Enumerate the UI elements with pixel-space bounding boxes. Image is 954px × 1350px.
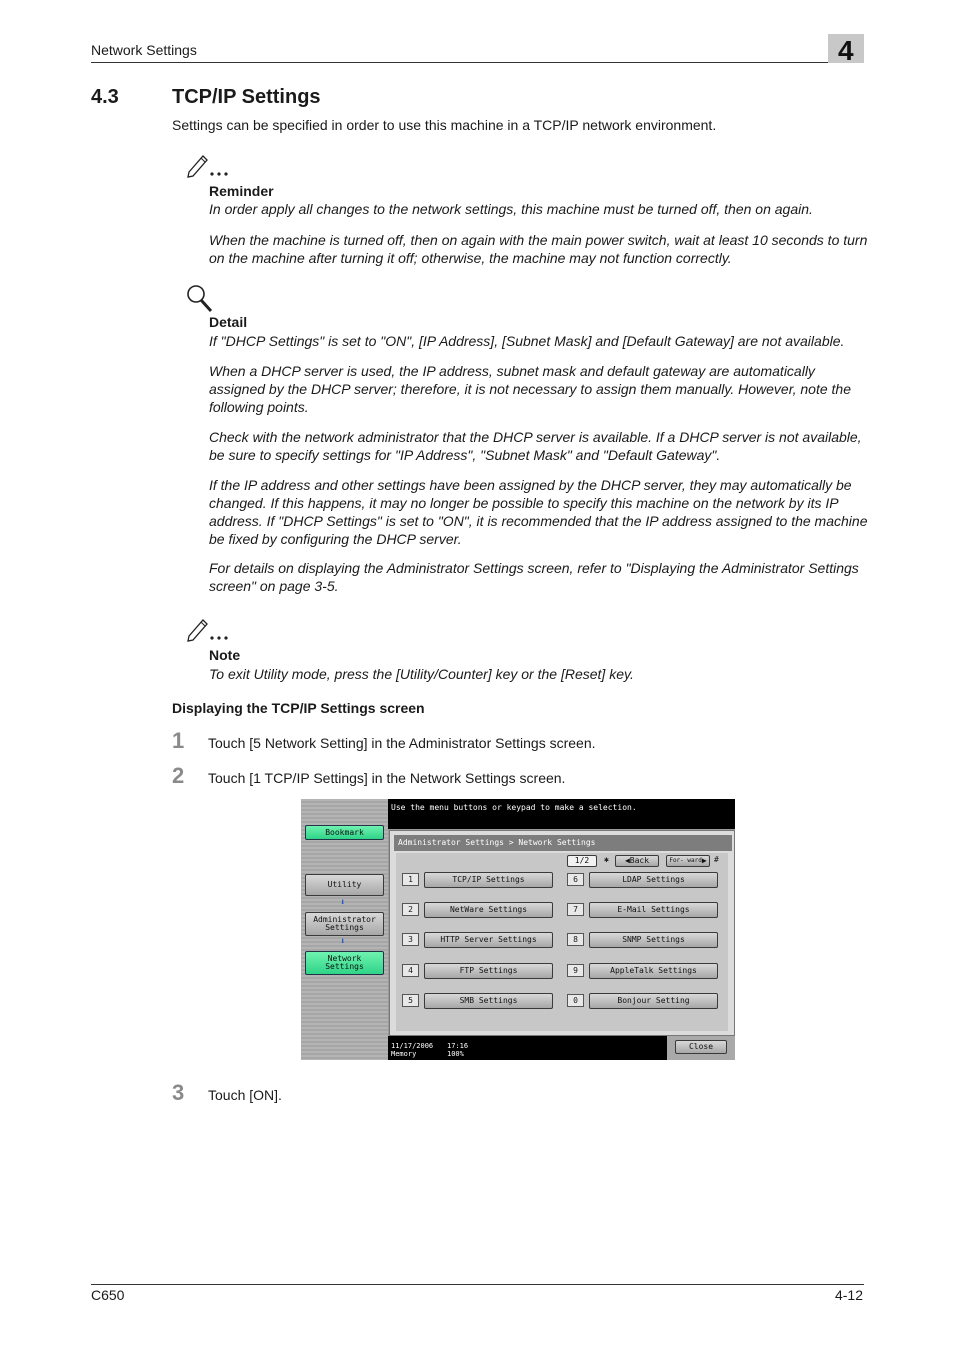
detail-paragraph: When a DHCP server is used, the IP addre… bbox=[209, 363, 851, 415]
memory-label: Memory bbox=[391, 1050, 417, 1058]
intro-text: Settings can be specified in order to us… bbox=[172, 117, 717, 133]
button-number: 3 bbox=[402, 933, 419, 946]
step-text: Touch [5 Network Setting] in the Adminis… bbox=[208, 735, 596, 751]
memory-value: 100% bbox=[447, 1050, 464, 1058]
step-number: 3 bbox=[172, 1080, 185, 1105]
close-button[interactable]: Close bbox=[675, 1040, 727, 1054]
button-number: 1 bbox=[402, 873, 419, 886]
button-number: 6 bbox=[567, 873, 584, 886]
pencil-note-icon bbox=[187, 619, 228, 642]
back-label: Back bbox=[629, 856, 650, 865]
section-number: 4.3 bbox=[91, 86, 119, 108]
forward-arrow-icon: ▶ bbox=[701, 856, 707, 865]
tcpip-settings-button[interactable]: TCP/IP Settings bbox=[424, 872, 553, 888]
forward-button[interactable]: For- ward ▶ bbox=[666, 855, 710, 867]
step-text: Touch [1 TCP/IP Settings] in the Network… bbox=[208, 770, 566, 786]
administrator-settings-button[interactable]: Administrator Settings bbox=[305, 912, 384, 936]
message-bar: Use the menu buttons or keypad to make a… bbox=[388, 799, 735, 829]
ldap-settings-button[interactable]: LDAP Settings bbox=[589, 872, 718, 888]
footer-model: C650 bbox=[91, 1287, 125, 1303]
button-number: 9 bbox=[567, 964, 584, 977]
settings-grid: 1/2 ✱ ◀ Back For- ward ▶ # 1 TCP/IP Settin… bbox=[396, 853, 728, 1031]
next-key-icon: # bbox=[714, 855, 719, 864]
forward-label: For- ward bbox=[669, 857, 702, 864]
bookmark-button[interactable]: Bookmark bbox=[305, 825, 384, 840]
reminder-label: Reminder bbox=[209, 183, 274, 199]
note-label: Note bbox=[209, 647, 241, 663]
button-number: 0 bbox=[567, 994, 584, 1007]
close-area: Close bbox=[667, 1036, 735, 1060]
footer-page-number: 4-12 bbox=[834, 1287, 863, 1303]
button-number: 4 bbox=[402, 964, 419, 977]
bonjour-setting-button[interactable]: Bonjour Setting bbox=[589, 993, 718, 1009]
header-rule bbox=[91, 62, 864, 63]
network-settings-screenshot: Bookmark Utility ⬇ Administrator Setting… bbox=[301, 799, 735, 1060]
date-readout: 11/17/2006 bbox=[391, 1042, 434, 1050]
detail-paragraph: Check with the network administrator tha… bbox=[209, 429, 862, 463]
arrow-down-icon: ⬇ bbox=[340, 937, 346, 947]
step-number: 2 bbox=[172, 763, 185, 788]
detail-paragraph: If the IP address and other settings hav… bbox=[209, 477, 868, 547]
network-settings-button[interactable]: Network Settings bbox=[305, 951, 384, 975]
chapter-number: 4 bbox=[838, 35, 854, 66]
page-indicator: 1/2 bbox=[567, 855, 597, 867]
detail-paragraph: If "DHCP Settings" is set to "ON", [IP A… bbox=[209, 333, 845, 349]
magnifier-icon bbox=[187, 285, 213, 313]
left-panel: Bookmark Utility ⬇ Administrator Setting… bbox=[301, 799, 388, 1060]
footer-rule bbox=[91, 1284, 864, 1285]
button-number: 2 bbox=[402, 903, 419, 916]
time-readout: 17:16 bbox=[447, 1042, 469, 1050]
note-paragraph: To exit Utility mode, press the [Utility… bbox=[209, 666, 634, 682]
appletalk-settings-button[interactable]: AppleTalk Settings bbox=[589, 963, 718, 979]
detail-label: Detail bbox=[209, 314, 248, 330]
detail-paragraph: For details on displaying the Administra… bbox=[209, 560, 859, 594]
previous-key-icon: ✱ bbox=[604, 855, 609, 864]
button-number: 7 bbox=[567, 903, 584, 916]
arrow-down-icon: ⬇ bbox=[340, 898, 346, 908]
reminder-paragraph: In order apply all changes to the networ… bbox=[209, 201, 813, 217]
reminder-paragraph: When the machine is turned off, then on … bbox=[209, 232, 868, 266]
utility-button[interactable]: Utility bbox=[305, 874, 384, 896]
snmp-settings-button[interactable]: SNMP Settings bbox=[589, 932, 718, 948]
running-header: Network Settings bbox=[91, 42, 197, 58]
settings-panel: Administrator Settings > Network Setting… bbox=[389, 830, 735, 1036]
ftp-settings-button[interactable]: FTP Settings bbox=[424, 963, 553, 979]
email-settings-button[interactable]: E-Mail Settings bbox=[589, 902, 718, 918]
button-number: 8 bbox=[567, 933, 584, 946]
smb-settings-button[interactable]: SMB Settings bbox=[424, 993, 553, 1009]
breadcrumb: Administrator Settings > Network Setting… bbox=[394, 835, 732, 851]
back-button[interactable]: ◀ Back bbox=[615, 855, 659, 867]
http-server-settings-button[interactable]: HTTP Server Settings bbox=[424, 932, 553, 948]
netware-settings-button[interactable]: NetWare Settings bbox=[424, 902, 553, 918]
pencil-note-icon bbox=[187, 155, 228, 178]
step-number: 1 bbox=[172, 728, 185, 753]
step-text: Touch [ON]. bbox=[208, 1087, 282, 1103]
section-title: TCP/IP Settings bbox=[172, 86, 321, 108]
procedure-heading: Displaying the TCP/IP Settings screen bbox=[172, 700, 425, 716]
status-bar: 11/17/2006 17:16 Memory 100% Close bbox=[388, 1036, 735, 1060]
button-number: 5 bbox=[402, 994, 419, 1007]
